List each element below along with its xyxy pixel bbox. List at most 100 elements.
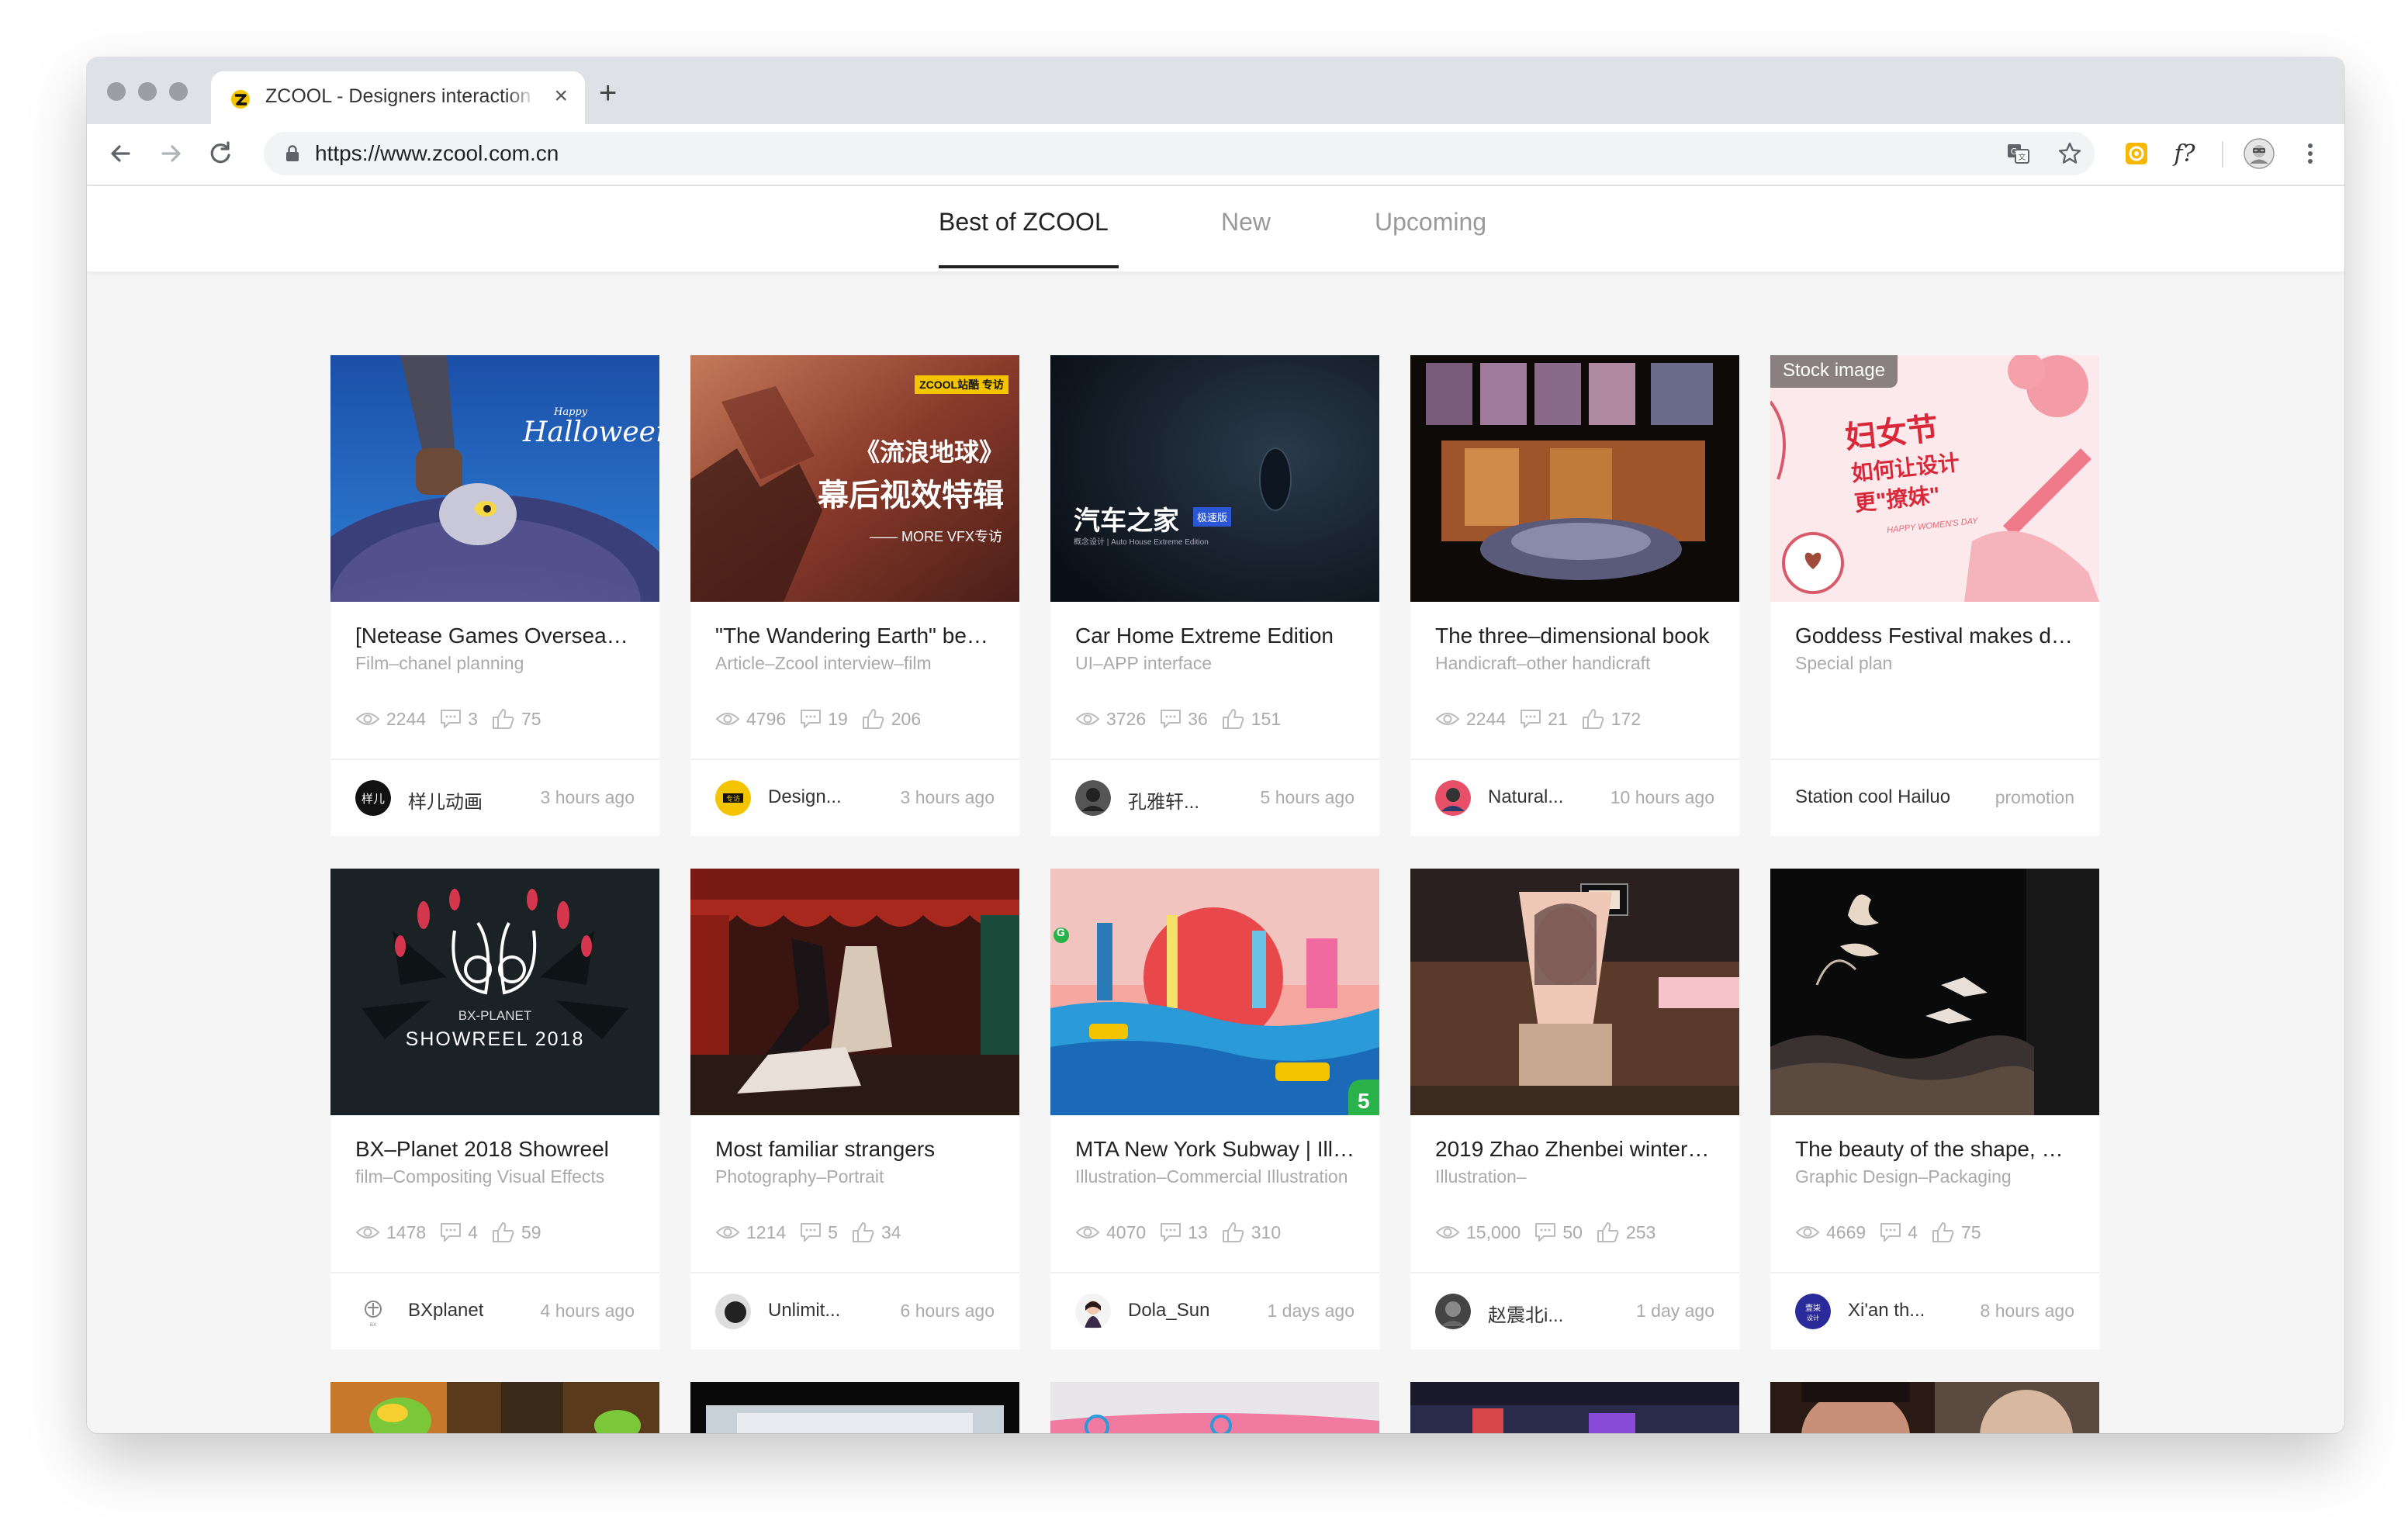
card-divider xyxy=(690,1272,1019,1273)
work-category[interactable]: Illustration– xyxy=(1435,1166,1714,1187)
author-avatar[interactable] xyxy=(715,1294,751,1329)
work-title[interactable]: BX–Planet 2018 Showreel xyxy=(355,1137,635,1162)
work-card[interactable]: 2019 Zhao Zhenbei winter works Illustrat… xyxy=(1410,869,1739,1349)
author-name[interactable]: 赵震北i... xyxy=(1488,1300,1563,1327)
author-avatar[interactable]: BX xyxy=(355,1294,391,1329)
author-name[interactable]: 样儿动画 xyxy=(408,786,483,814)
forward-arrow-icon[interactable] xyxy=(152,135,189,172)
zoom-window-button[interactable] xyxy=(169,82,188,101)
work-title[interactable]: MTA New York Subway | Illustration xyxy=(1075,1137,1354,1162)
work-card[interactable]: BX-PLANET SHOWREEL 2018 BX–Planet 2018 S… xyxy=(330,869,659,1349)
work-category[interactable]: Article–Zcool interview–film xyxy=(715,653,995,674)
back-arrow-icon[interactable] xyxy=(102,135,140,172)
work-card[interactable]: G 5 MTA New York Subway | Illustration I… xyxy=(1050,869,1379,1349)
tab-new[interactable]: New xyxy=(1221,208,1271,237)
url-text[interactable]: https://www.zcool.com.cn xyxy=(315,141,559,166)
author-name[interactable]: 孔雅轩... xyxy=(1128,786,1199,814)
work-thumbnail[interactable]: BX-PLANET SHOWREEL 2018 xyxy=(330,869,659,1115)
work-thumbnail[interactable] xyxy=(1770,869,2099,1115)
author-name[interactable]: Xi'an th... xyxy=(1848,1300,1925,1322)
work-title[interactable]: The three–dimensional book xyxy=(1435,624,1714,648)
tab-close-icon[interactable]: × xyxy=(554,82,568,110)
font-extension-icon[interactable]: f? xyxy=(2166,135,2203,172)
bookmark-star-icon[interactable] xyxy=(2051,135,2088,172)
thumbs-up-icon xyxy=(492,709,514,729)
tab-best-of-zcool[interactable]: Best of ZCOOL xyxy=(939,208,1109,237)
author-name[interactable]: Unlimit... xyxy=(768,1300,840,1322)
work-category[interactable]: Film–chanel planning xyxy=(355,653,635,674)
comment-count: 21 xyxy=(1548,708,1568,729)
author-avatar[interactable] xyxy=(1435,1294,1471,1329)
work-category[interactable]: UI–APP interface xyxy=(1075,653,1354,674)
work-card[interactable]: ZCOOL站酷 专访 《流浪地球》 幕后视效特辑 —— MORE VFX专访 "… xyxy=(690,355,1019,836)
work-thumbnail[interactable] xyxy=(330,1382,659,1433)
author-avatar[interactable]: 专访 xyxy=(715,780,751,816)
work-thumbnail[interactable] xyxy=(690,869,1019,1115)
work-card[interactable] xyxy=(330,1382,659,1433)
work-card[interactable] xyxy=(690,1382,1019,1433)
work-card[interactable]: 汽车之家 极速版 概念设计 | Auto House Extreme Editi… xyxy=(1050,355,1379,836)
author-avatar[interactable] xyxy=(1075,780,1111,816)
work-title[interactable]: The beauty of the shape, packaging xyxy=(1795,1137,2074,1162)
work-card[interactable]: Happy Halloween [Netease Games Overseas]… xyxy=(330,355,659,836)
tab-upcoming[interactable]: Upcoming xyxy=(1375,208,1486,237)
work-title[interactable]: Car Home Extreme Edition xyxy=(1075,624,1354,648)
author-name[interactable]: Design... xyxy=(768,786,842,808)
work-thumbnail[interactable] xyxy=(1410,869,1739,1115)
menu-icon[interactable] xyxy=(2292,135,2329,172)
work-thumbnail[interactable] xyxy=(690,1382,1019,1433)
work-card[interactable] xyxy=(1410,1382,1739,1433)
like-count: 34 xyxy=(881,1221,901,1242)
work-category[interactable]: film–Compositing Visual Effects xyxy=(355,1166,635,1187)
work-card[interactable]: The three–dimensional book Handicraft–ot… xyxy=(1410,355,1739,836)
thumbs-up-icon xyxy=(492,1222,514,1242)
work-title[interactable]: [Netease Games Overseas] Happy Halloween xyxy=(355,624,635,648)
work-card[interactable]: Most familiar strangers Photography–Port… xyxy=(690,869,1019,1349)
view-eye-icon xyxy=(715,713,740,725)
work-card[interactable] xyxy=(1770,1382,2099,1433)
work-thumbnail[interactable]: Happy Halloween xyxy=(330,355,659,602)
work-card[interactable]: The beauty of the shape, packaging Graph… xyxy=(1770,869,2099,1349)
work-thumbnail[interactable] xyxy=(1050,1382,1379,1433)
extension-icon[interactable] xyxy=(2118,135,2155,172)
browser-tab-active[interactable]: ZCOOL - Designers interaction platform × xyxy=(211,71,585,124)
work-thumbnail[interactable] xyxy=(1770,1382,2099,1433)
work-title[interactable]: Most familiar strangers xyxy=(715,1137,995,1162)
work-stats: 4070 13 310 xyxy=(1075,1221,1295,1244)
work-thumbnail[interactable]: Stock image 妇女节 如何让设计 更"撩妹" HAPPY WOMEN'… xyxy=(1770,355,2099,602)
work-category[interactable]: Graphic Design–Packaging xyxy=(1795,1166,2074,1187)
author-name[interactable]: Natural... xyxy=(1488,786,1563,808)
author-name[interactable]: Dola_Sun xyxy=(1128,1300,1209,1322)
author-avatar[interactable]: 样儿 xyxy=(355,780,391,816)
work-category[interactable]: Special plan xyxy=(1795,653,2074,674)
work-category[interactable]: Handicraft–other handicraft xyxy=(1435,653,1714,674)
author-avatar[interactable] xyxy=(1075,1294,1111,1329)
work-title[interactable]: "The Wandering Earth" behind the scenes xyxy=(715,624,995,648)
work-thumbnail[interactable]: 汽车之家 极速版 概念设计 | Auto House Extreme Editi… xyxy=(1050,355,1379,602)
toolbar-separator xyxy=(2222,141,2223,168)
work-title[interactable]: 2019 Zhao Zhenbei winter works xyxy=(1435,1137,1714,1162)
reload-icon[interactable] xyxy=(202,135,239,172)
work-category[interactable]: Illustration–Commercial Illustration xyxy=(1075,1166,1354,1187)
work-thumbnail[interactable] xyxy=(1410,355,1739,602)
close-window-button[interactable] xyxy=(107,82,126,101)
card-divider xyxy=(330,758,659,760)
author-avatar[interactable] xyxy=(1435,780,1471,816)
author-name[interactable]: BXplanet xyxy=(408,1300,483,1322)
work-thumbnail[interactable] xyxy=(1410,1382,1739,1433)
author-avatar[interactable]: 壹柒 设计 xyxy=(1795,1294,1831,1329)
work-thumbnail[interactable]: ZCOOL站酷 专访 《流浪地球》 幕后视效特辑 —— MORE VFX专访 xyxy=(690,355,1019,602)
work-stats: 2244 3 75 xyxy=(355,707,555,731)
minimize-window-button[interactable] xyxy=(138,82,157,101)
author-name[interactable]: Station cool Hailuo xyxy=(1795,786,1950,808)
like-count: 151 xyxy=(1251,708,1282,729)
work-title[interactable]: Goddess Festival makes design xyxy=(1795,624,2074,648)
profile-avatar-icon[interactable] xyxy=(2240,135,2278,172)
translate-icon[interactable]: G文 xyxy=(2000,135,2037,172)
work-card[interactable]: Stock image 妇女节 如何让设计 更"撩妹" HAPPY WOMEN'… xyxy=(1770,355,2099,836)
work-card[interactable] xyxy=(1050,1382,1379,1433)
work-category[interactable]: Photography–Portrait xyxy=(715,1166,995,1187)
new-tab-button[interactable]: + xyxy=(599,76,617,110)
address-bar[interactable]: https://www.zcool.com.cn xyxy=(264,132,2095,175)
work-thumbnail[interactable]: G 5 xyxy=(1050,869,1379,1115)
